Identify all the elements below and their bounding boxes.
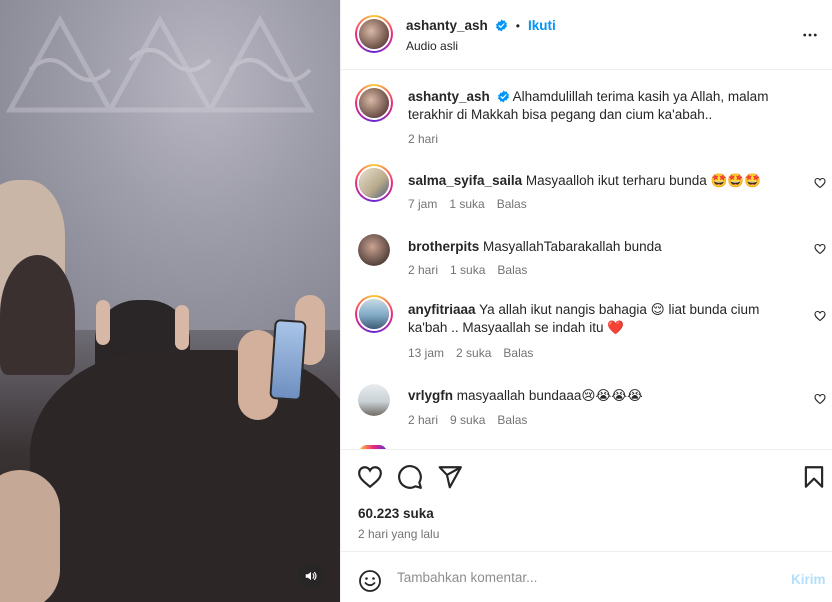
comment-input[interactable] [397,570,777,585]
comment-meta: 2 hari 1 suka Balas [408,263,527,277]
comment-avatar[interactable] [358,384,390,416]
heart-icon[interactable] [814,393,826,405]
comment-time: 2 hari [408,413,439,427]
verified-badge-icon [495,19,507,32]
bookmark-icon[interactable] [801,464,827,490]
comment-meta: 13 jam 2 suka Balas [408,346,533,360]
author-username[interactable]: ashanty_ash [406,18,488,33]
heart-icon[interactable] [814,243,826,255]
post-header: ashanty_ash • Ikuti Audio asli [341,0,832,70]
more-options-button[interactable] [801,26,819,47]
reply-button[interactable]: Balas [497,197,527,211]
audio-label[interactable]: Audio asli [406,39,458,53]
caption-meta: 2 hari [408,132,438,146]
comment-time: 13 jam [408,346,445,360]
heart-icon[interactable] [357,464,383,490]
comment-likes[interactable]: 2 suka [456,346,491,360]
comment-composer: Kirim [341,551,832,602]
send-icon[interactable] [437,464,463,490]
speaker-icon [305,571,317,581]
comment-icon[interactable] [397,464,423,490]
heart-icon[interactable] [814,177,826,189]
person-left-hijab [0,255,75,375]
comment-avatar[interactable] [358,234,390,266]
post-actions: 60.223 suka 2 hari yang lalu [341,449,832,551]
calligraphy-pattern [5,14,315,113]
comment-likes[interactable]: 1 suka [449,197,484,211]
comment-username[interactable]: vrlygfn [408,388,453,403]
reply-button[interactable]: Balas [497,263,527,277]
reply-button[interactable]: Balas [503,346,533,360]
caption-time: 2 hari [408,132,439,146]
phone-in-hand [269,318,307,402]
send-comment-button[interactable]: Kirim [791,572,826,587]
comment-username[interactable]: anyfitriaaa [408,302,476,317]
comment-time: 2 hari [408,263,439,277]
comment-username[interactable]: brotherpits [408,239,479,254]
hand-left [96,300,110,345]
likes-count[interactable]: 60.223 suka [358,506,434,521]
post-date: 2 hari yang lalu [358,527,440,541]
comment-avatar[interactable] [355,164,393,202]
post-video[interactable] [0,0,340,602]
author-avatar[interactable] [355,15,393,53]
reply-button[interactable]: Balas [497,413,527,427]
shoulder-bottom [0,470,60,602]
comment-likes[interactable]: 1 suka [450,263,485,277]
comments-list[interactable]: ashanty_ash Alhamdulillah terima kasih y… [341,71,832,449]
comment-text: Masyaalloh ikut terharu bunda 🤩🤩🤩 [525,173,761,188]
comment-meta: 7 jam 1 suka Balas [408,197,527,211]
more-options-icon [803,33,817,37]
comment-username[interactable]: salma_syifa_saila [408,173,522,188]
speaker-button[interactable] [298,563,324,589]
caption-username[interactable]: ashanty_ash [408,89,490,104]
comment-likes[interactable]: 9 suka [450,413,485,427]
hand-right [175,305,189,350]
caption-avatar[interactable] [355,84,393,122]
comment-meta: 2 hari 9 suka Balas [408,413,527,427]
comment-time: 7 jam [408,197,438,211]
comment-avatar[interactable] [355,295,393,333]
comment-text: masyaallah bundaaa😢😭😭😭 [456,388,643,403]
post-details-panel: ashanty_ash • Ikuti Audio asli ashanty_a… [340,0,832,602]
comment-text: MasyallahTabarakallah bunda [483,239,662,254]
verified-badge-icon [497,90,509,103]
emoji-icon[interactable] [358,569,382,593]
caption-text: ashanty_ash Alhamdulillah terima kasih y… [408,88,788,124]
separator-dot: • [515,18,520,33]
follow-button[interactable]: Ikuti [528,18,556,33]
heart-icon[interactable] [814,310,826,322]
